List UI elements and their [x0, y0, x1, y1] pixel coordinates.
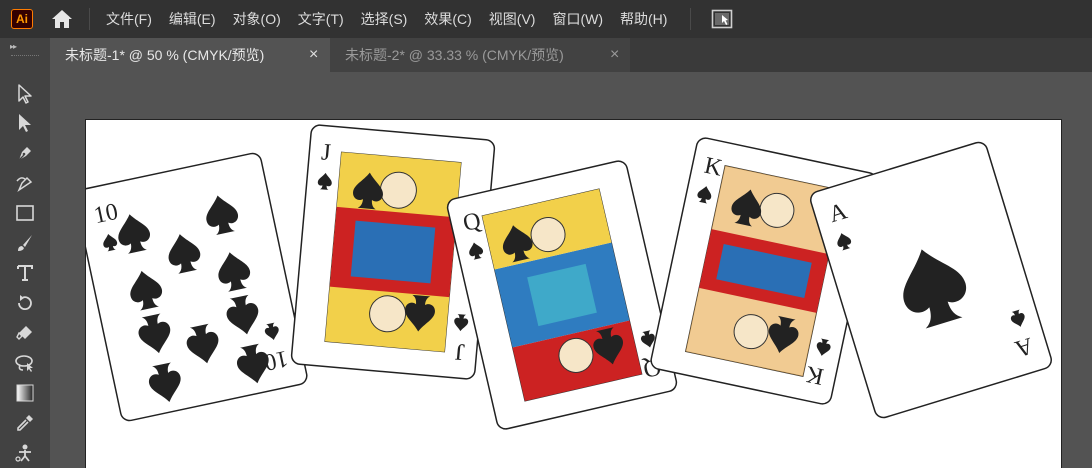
lasso-tool-icon[interactable]: [12, 351, 38, 375]
home-icon[interactable]: [49, 7, 75, 31]
document-tabs: 未标题-1* @ 50 % (CMYK/预览) × 未标题-2* @ 33.33…: [50, 38, 1092, 72]
gradient-tool-icon[interactable]: [12, 381, 38, 405]
app-logo[interactable]: Ai: [11, 9, 33, 29]
paintbrush-tool-icon[interactable]: [12, 231, 38, 255]
puppet-warp-tool-icon[interactable]: [12, 441, 38, 465]
menu-separator: [690, 8, 692, 30]
menu-separator: [89, 8, 90, 30]
panel-grip[interactable]: [11, 55, 39, 58]
menu-view[interactable]: 视图(V): [489, 9, 536, 29]
menu-object[interactable]: 对象(O): [233, 9, 281, 29]
selection-tool-icon[interactable]: [12, 82, 38, 106]
direct-selection-tool-icon[interactable]: [12, 111, 38, 135]
menu-bar: Ai 文件(F) 编辑(E) 对象(O) 文字(T) 选择(S) 效果(C) 视…: [0, 0, 1092, 38]
eraser-tool-icon[interactable]: [12, 321, 38, 345]
menu-help[interactable]: 帮助(H): [620, 9, 667, 29]
menu-window[interactable]: 窗口(W): [552, 9, 603, 29]
tab-document-1[interactable]: 未标题-1* @ 50 % (CMYK/预览) ×: [50, 38, 330, 72]
main-menu: 文件(F) 编辑(E) 对象(O) 文字(T) 选择(S) 效果(C) 视图(V…: [106, 9, 684, 29]
card-queen-of-spades[interactable]: Q Q: [446, 159, 678, 430]
menu-file[interactable]: 文件(F): [106, 9, 152, 29]
card-ten-of-spades[interactable]: 10 10: [86, 152, 308, 422]
tools-panel: ▸▸: [0, 38, 50, 468]
eyedropper-tool-icon[interactable]: [12, 411, 38, 435]
curvature-tool-icon[interactable]: [12, 171, 38, 195]
playing-cards-artwork: 10 10 J J Q Q K K A A: [86, 124, 1054, 430]
artboard[interactable]: 10 10 J J Q Q K K A A: [85, 119, 1062, 468]
tab-label: 未标题-2* @ 33.33 % (CMYK/预览): [345, 47, 564, 63]
menu-edit[interactable]: 编辑(E): [169, 9, 216, 29]
tab-label: 未标题-1* @ 50 % (CMYK/预览): [65, 47, 265, 63]
menu-select[interactable]: 选择(S): [361, 9, 408, 29]
rectangle-tool-icon[interactable]: [12, 201, 38, 225]
rotate-tool-icon[interactable]: [12, 291, 38, 315]
arrange-documents-icon[interactable]: [711, 9, 733, 29]
menu-effect[interactable]: 效果(C): [424, 9, 471, 29]
type-tool-icon[interactable]: [12, 261, 38, 285]
panel-collapse-icon[interactable]: ▸▸: [10, 42, 17, 51]
card-ace-of-spades[interactable]: A A: [809, 140, 1054, 419]
pen-tool-icon[interactable]: [12, 141, 38, 165]
close-icon[interactable]: ×: [610, 46, 619, 64]
tab-document-2[interactable]: 未标题-2* @ 33.33 % (CMYK/预览) ×: [330, 38, 630, 72]
menu-type[interactable]: 文字(T): [298, 9, 344, 29]
close-icon[interactable]: ×: [309, 46, 318, 64]
